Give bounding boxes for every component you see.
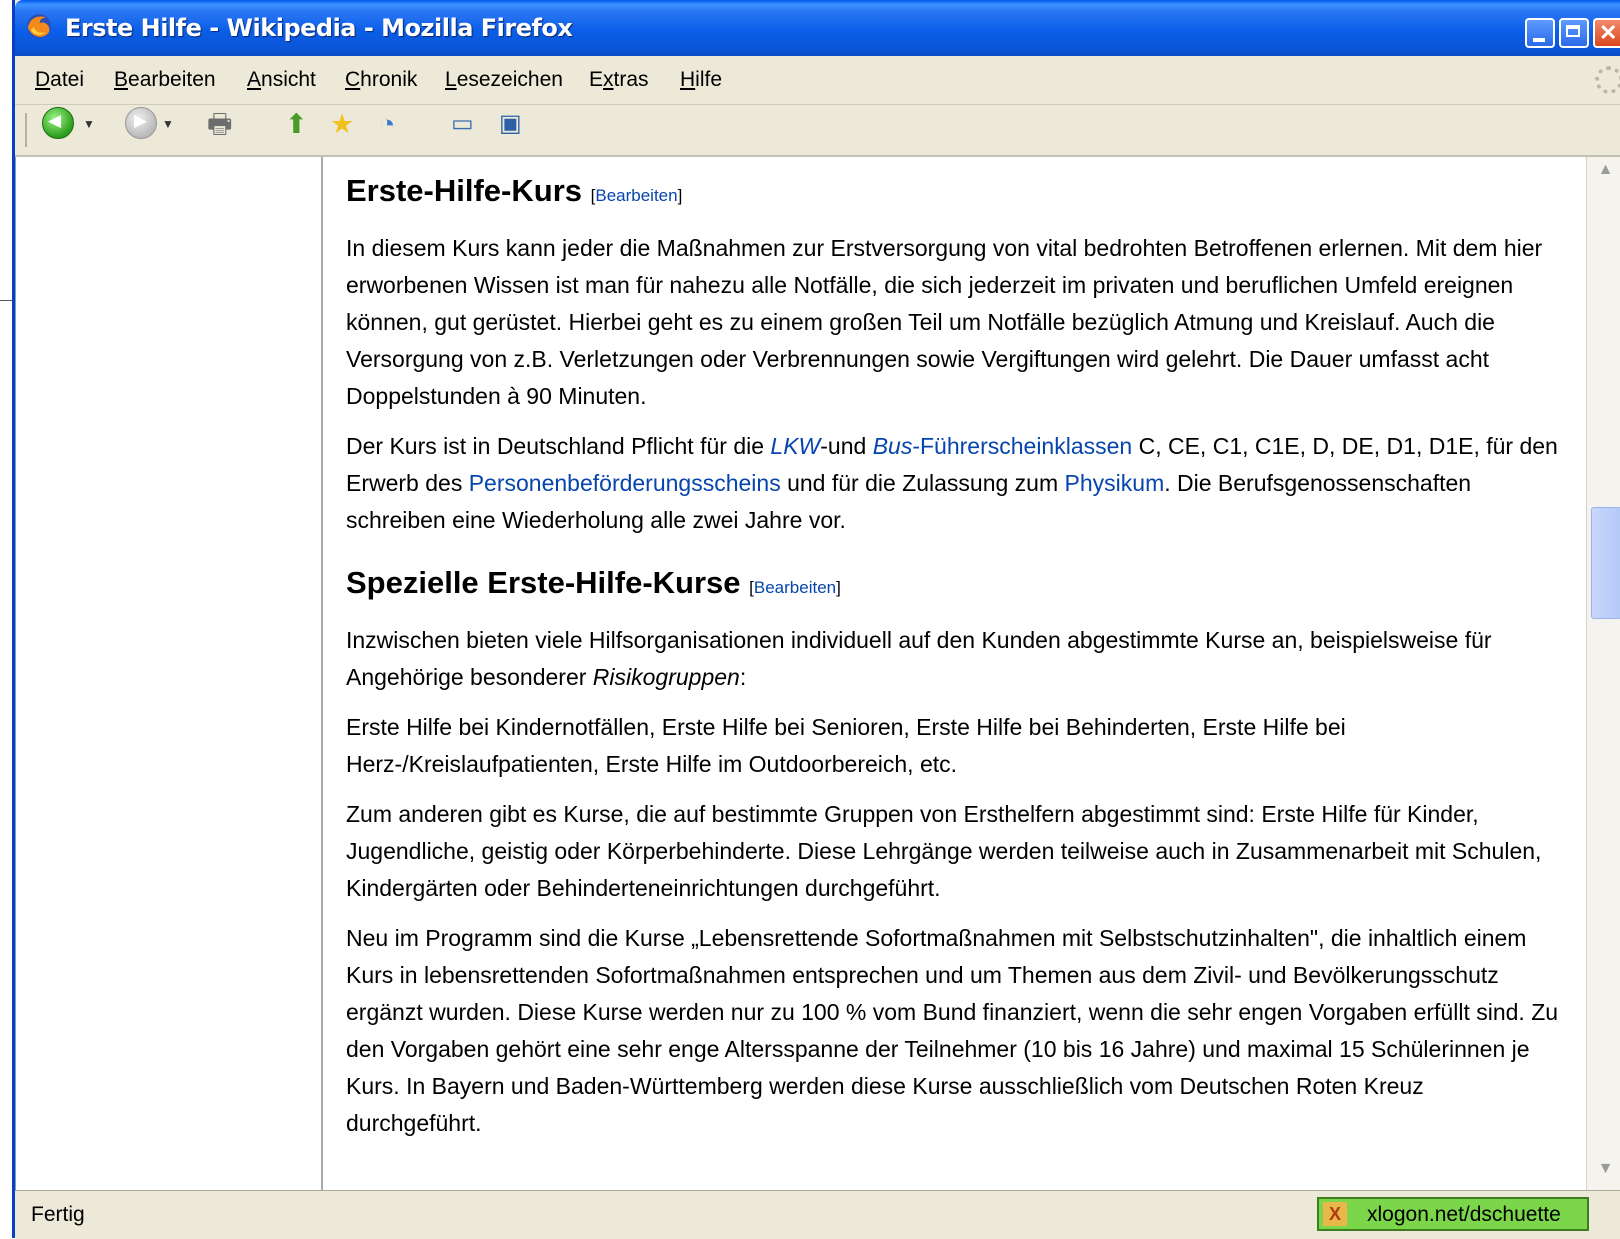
close-button[interactable] [1593, 18, 1620, 48]
back-dropdown-icon[interactable]: ▼ [83, 117, 95, 131]
menu-chronik[interactable]: Chronik [345, 68, 417, 92]
article-content: Erste-Hilfe-Kurs [Bearbeiten] In diesem … [346, 157, 1561, 1155]
paragraph: Inzwischen bieten viele Hilfsorganisatio… [346, 622, 1561, 696]
menu-bearbeiten[interactable]: Bearbeiten [114, 68, 216, 92]
edit-link[interactable]: Bearbeiten [754, 578, 836, 597]
scroll-down-icon[interactable]: ▼ [1591, 1160, 1620, 1186]
new-tab-icon[interactable]: ▣ [499, 109, 522, 139]
paragraph: In diesem Kurs kann jeder die Maßnahmen … [346, 235, 1543, 409]
status-text: Fertig [31, 1203, 85, 1226]
desktop-shadow [0, 300, 12, 301]
maximize-button[interactable] [1559, 18, 1589, 48]
navigation-toolbar: ▼ ▼ 🖶 ⬆ ★ ◔ ▭ ▣ [15, 105, 1620, 157]
window-title: Erste Hilfe - Wikipedia - Mozilla Firefo… [65, 14, 573, 42]
toolbar-grip[interactable] [25, 113, 30, 147]
section-heading-erste-hilfe-kurs: Erste-Hilfe-Kurs [Bearbeiten] [346, 171, 1561, 216]
section-heading-spezielle-kurse: Spezielle Erste-Hilfe-Kurse [Bearbeiten] [346, 563, 1561, 608]
bookmark-star-icon[interactable]: ★ [330, 109, 354, 139]
text: Inzwischen bieten viele Hilfsorganisatio… [346, 627, 1492, 690]
paragraph: Zum anderen gibt es Kurse, die auf besti… [346, 801, 1542, 901]
new-window-icon[interactable]: ▭ [451, 109, 474, 139]
vertical-scrollbar[interactable]: ▲ ▼ [1586, 157, 1620, 1190]
status-badge-label: xlogon.net/dschuette [1367, 1203, 1561, 1226]
paragraph: Neu im Programm sind die Kurse „Lebensre… [346, 925, 1559, 1136]
link-fuehrerscheinklassen[interactable]: -Führerscheinklassen [912, 433, 1132, 459]
menu-lesezeichen[interactable]: Lesezeichen [445, 68, 563, 92]
throbber-icon [1595, 66, 1620, 94]
heading-text: Erste-Hilfe-Kurs [346, 173, 582, 208]
paragraph: Der Kurs ist in Deutschland Pflicht für … [346, 428, 1561, 539]
print-icon[interactable]: 🖶 [207, 109, 233, 139]
page-viewport[interactable]: Erste-Hilfe-Kurs [Bearbeiten] In diesem … [15, 157, 1587, 1190]
xlogon-icon: X [1323, 1202, 1347, 1226]
menu-hilfe[interactable]: Hilfe [680, 68, 722, 92]
scroll-thumb[interactable] [1591, 507, 1620, 619]
text: Der Kurs ist in Deutschland Pflicht für … [346, 433, 771, 459]
back-icon[interactable] [42, 107, 74, 139]
browser-window: Erste Hilfe - Wikipedia - Mozilla Firefo… [12, 0, 1620, 1239]
link-lkw[interactable]: LKW [770, 433, 820, 459]
wiki-sidebar [16, 157, 323, 1190]
forward-icon[interactable] [125, 107, 157, 139]
heading-text: Spezielle Erste-Hilfe-Kurse [346, 565, 741, 600]
menu-datei[interactable]: Datei [35, 68, 84, 92]
status-badge[interactable]: X xlogon.net/dschuette [1317, 1197, 1589, 1231]
link-bus[interactable]: Bus [873, 433, 913, 459]
status-bar: Fertig X xlogon.net/dschuette [15, 1190, 1620, 1239]
text: und für die Zulassung zum [780, 470, 1065, 496]
link-personenbefoerderungsschein[interactable]: Personenbeförderungsscheins [469, 470, 781, 496]
forward-dropdown-icon[interactable]: ▼ [162, 117, 174, 131]
text: : [739, 664, 747, 690]
link-physikum[interactable]: Physikum [1065, 470, 1165, 496]
desktop-edge [0, 0, 12, 1238]
minimize-button[interactable] [1525, 18, 1555, 48]
firefox-icon [27, 14, 51, 38]
menu-extras[interactable]: Extras [589, 68, 649, 92]
scroll-up-icon[interactable]: ▲ [1591, 161, 1620, 187]
edit-link-container: [Bearbeiten] [590, 186, 683, 205]
menu-bar: Datei Bearbeiten Ansicht Chronik Lesezei… [15, 56, 1620, 105]
emphasis: Risikogruppen [592, 664, 740, 690]
title-bar[interactable]: Erste Hilfe - Wikipedia - Mozilla Firefo… [15, 0, 1620, 56]
history-icon[interactable]: ◔ [379, 109, 395, 139]
edit-link[interactable]: Bearbeiten [595, 186, 677, 205]
downloads-icon[interactable]: ⬆ [285, 109, 308, 139]
paragraph: Erste Hilfe bei Kindernotfällen, Erste H… [346, 714, 1346, 777]
text: -und [820, 433, 873, 459]
menu-ansicht[interactable]: Ansicht [247, 68, 316, 92]
edit-link-container: [Bearbeiten] [749, 578, 841, 597]
